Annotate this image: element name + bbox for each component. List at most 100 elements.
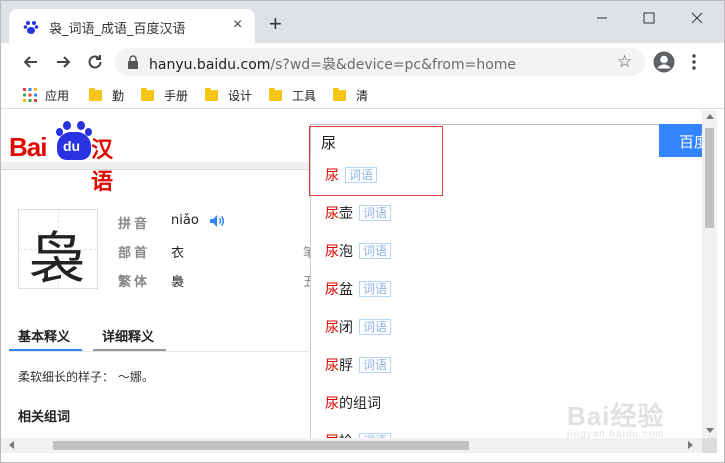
- suggestion-item[interactable]: 尿的组词: [325, 393, 381, 413]
- horizontal-scroll-thumb[interactable]: [53, 441, 469, 450]
- traditional-value: 裊: [171, 275, 185, 290]
- suggestion-rest: 闭: [339, 320, 353, 336]
- tab-detailed-definition[interactable]: 详细释义: [102, 326, 154, 345]
- baidu-jingyan-watermark: Bai经验 jingyan.baidu.com: [561, 396, 691, 448]
- watermark-subtext: jingyan.baidu.com: [567, 429, 665, 440]
- bookmarks-bar: 应用 勤 手册 设计 工具 清: [1, 81, 724, 109]
- bookmark-label: 清: [356, 88, 369, 103]
- bookmark-apps[interactable]: 应用: [23, 86, 69, 104]
- scroll-up-arrow-icon[interactable]: [706, 114, 714, 119]
- new-tab-button[interactable]: +: [269, 13, 282, 35]
- url-path: /s?wd=袅&device=pc&from=home: [270, 57, 517, 73]
- folder-icon: [205, 87, 218, 101]
- search-button[interactable]: 百度: [659, 124, 702, 158]
- suggestion-item[interactable]: 尿盆词语: [325, 279, 392, 299]
- profile-avatar-icon[interactable]: [653, 51, 675, 73]
- folder-icon: [269, 87, 282, 101]
- back-arrow-icon[interactable]: [21, 52, 41, 72]
- scroll-down-arrow-icon[interactable]: [706, 428, 714, 433]
- maximize-icon[interactable]: [634, 7, 664, 29]
- definition-text: 柔软细长的样子： ～娜。: [18, 370, 154, 384]
- traditional-label: 繁体: [118, 275, 151, 290]
- suggestion-item[interactable]: 尿闭词语: [325, 317, 392, 337]
- suggestion-match: 尿: [325, 320, 339, 336]
- suggestion-rest: 的组词: [339, 396, 381, 412]
- vertical-scrollbar[interactable]: [702, 110, 717, 438]
- suggestion-rest: 脬: [339, 358, 353, 374]
- suggestion-rest: 壶: [339, 206, 353, 222]
- reload-icon[interactable]: [85, 52, 105, 72]
- pinyin-label: 拼音: [118, 217, 151, 232]
- radical-label: 部首: [118, 246, 151, 261]
- tab-basic-definition[interactable]: 基本释义: [18, 326, 70, 345]
- forward-arrow-icon[interactable]: [53, 52, 73, 72]
- watermark-text: Bai经验: [567, 401, 665, 431]
- bookmark-label: 勤: [112, 88, 125, 103]
- tab-strip: 袅_词语_成语_百度汉语 × +: [1, 1, 724, 43]
- url-text: hanyu.baidu.com/s?wd=袅&device=pc&from=ho…: [149, 54, 516, 74]
- suggestion-tag: 词语: [359, 281, 392, 297]
- suggestion-item[interactable]: 尿泡词语: [325, 241, 392, 261]
- logo-du-pad: du: [57, 132, 91, 160]
- bookmark-folder[interactable]: 勤: [89, 86, 124, 104]
- suggestion-match: 尿: [325, 431, 339, 438]
- suggestion-match: 尿: [325, 244, 339, 260]
- bookmark-label: 手册: [164, 88, 189, 103]
- suggestion-tag: 词语: [359, 319, 392, 335]
- speaker-icon[interactable]: [209, 214, 225, 228]
- close-tab-icon[interactable]: ×: [233, 17, 242, 33]
- bookmark-label: 设计: [228, 88, 253, 103]
- bookmark-star-icon[interactable]: ☆: [617, 52, 632, 72]
- scrollbar-corner: [702, 438, 717, 453]
- suggestion-match: 尿: [325, 396, 339, 412]
- close-window-icon[interactable]: [682, 7, 712, 29]
- browser-window: 袅_词语_成语_百度汉语 × + hanyu.baidu.com/s?wd=袅&…: [0, 0, 725, 463]
- radical-value: 衣: [171, 246, 185, 261]
- suggestion-tag: 词语: [345, 167, 378, 183]
- folder-icon: [141, 87, 154, 101]
- browser-toolbar: hanyu.baidu.com/s?wd=袅&device=pc&from=ho…: [1, 43, 724, 81]
- logo-paw-toe: [77, 121, 85, 130]
- folder-icon: [333, 87, 346, 101]
- logo-paw-toe: [63, 121, 71, 130]
- logo-du: du: [63, 138, 81, 154]
- apps-grid-icon: [23, 88, 37, 102]
- suggestion-rest: 盆: [339, 282, 353, 298]
- url-host: hanyu.baidu.com: [149, 57, 271, 73]
- bookmark-label: 工具: [292, 88, 317, 103]
- search-input[interactable]: 尿: [310, 124, 660, 158]
- suggestion-item[interactable]: 尿词语: [325, 165, 378, 185]
- pinyin-value: niǎo: [171, 213, 199, 228]
- suggestion-tag: 词语: [359, 243, 392, 259]
- minimize-icon[interactable]: [587, 7, 617, 29]
- kebab-menu-icon[interactable]: [691, 53, 697, 71]
- related-words-title: 相关组词: [18, 410, 71, 425]
- scroll-left-arrow-icon[interactable]: [9, 441, 14, 449]
- suggestion-item[interactable]: 尿检词语: [325, 431, 392, 438]
- baidu-paw-icon: [23, 21, 39, 34]
- suggestion-match: 尿: [325, 206, 339, 222]
- suggestion-match: 尿: [325, 168, 339, 184]
- tabs-divider: [9, 351, 309, 352]
- bookmark-folder[interactable]: 设计: [205, 86, 252, 104]
- suggestion-match: 尿: [325, 282, 339, 298]
- folder-icon: [89, 87, 102, 101]
- character-glyph: 袅: [29, 227, 85, 292]
- suggestion-item[interactable]: 尿脬词语: [325, 355, 392, 375]
- tab-title: 袅_词语_成语_百度汉语: [49, 22, 186, 37]
- bookmark-folder[interactable]: 工具: [269, 86, 316, 104]
- bookmark-folder[interactable]: 清: [333, 86, 368, 104]
- vertical-scroll-thumb[interactable]: [705, 128, 714, 228]
- suggestion-rest: 泡: [339, 244, 353, 260]
- bookmark-label: 应用: [45, 88, 70, 103]
- bookmark-folder[interactable]: 手册: [141, 86, 188, 104]
- suggestion-tag: 词语: [359, 357, 392, 373]
- character-box: 袅: [18, 209, 98, 292]
- suggestion-tag: 词语: [359, 205, 392, 221]
- suggestion-match: 尿: [325, 358, 339, 374]
- browser-tab[interactable]: 袅_词语_成语_百度汉语 ×: [9, 9, 255, 43]
- lock-icon: [128, 55, 138, 69]
- page-content: Bai du 汉语 尿 百度 袅 拼音 niǎo 部首 衣 繁体 裊 笔 五 基…: [1, 110, 702, 438]
- address-bar[interactable]: hanyu.baidu.com/s?wd=袅&device=pc&from=ho…: [115, 48, 645, 76]
- suggestion-item[interactable]: 尿壶词语: [325, 203, 392, 223]
